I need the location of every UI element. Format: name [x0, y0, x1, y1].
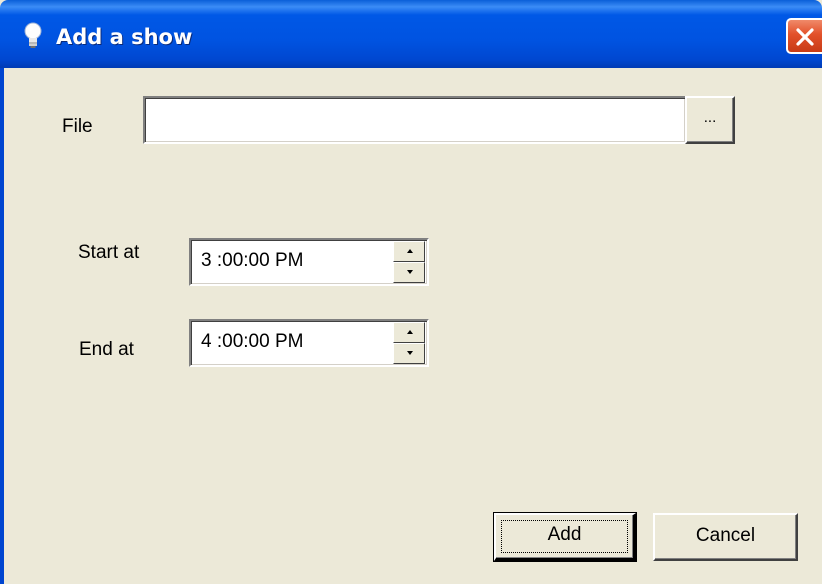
cancel-button[interactable]: Cancel — [653, 513, 798, 561]
focus-rectangle — [501, 520, 628, 553]
add-button[interactable]: Add — [493, 512, 637, 562]
file-path-input[interactable] — [143, 96, 687, 144]
end-time-up-button[interactable] — [393, 322, 425, 343]
add-show-dialog: Add a show File ... Start at 3 :00:00 PM… — [0, 0, 822, 584]
file-label: File — [62, 116, 93, 137]
end-time-spinner — [393, 322, 425, 364]
start-time-up-button[interactable] — [393, 241, 425, 262]
close-button[interactable] — [786, 18, 822, 54]
window-frame-left — [0, 68, 4, 584]
end-time-down-button[interactable] — [393, 343, 425, 364]
start-time-spinner — [393, 241, 425, 283]
close-icon — [796, 28, 814, 46]
start-time-value[interactable]: 3 :00:00 PM — [201, 250, 303, 272]
arrow-down-icon — [407, 270, 413, 274]
window-title: Add a show — [56, 25, 193, 49]
end-time-value[interactable]: 4 :00:00 PM — [201, 331, 303, 353]
arrow-up-icon — [407, 330, 413, 334]
end-at-label: End at — [79, 339, 134, 360]
arrow-down-icon — [407, 351, 413, 355]
start-time-picker[interactable]: 3 :00:00 PM — [189, 238, 429, 286]
lightbulb-icon — [22, 22, 44, 50]
start-at-label: Start at — [78, 242, 140, 263]
start-time-down-button[interactable] — [393, 262, 425, 283]
arrow-up-icon — [407, 249, 413, 253]
browse-button[interactable]: ... — [685, 96, 735, 144]
title-bar[interactable]: Add a show — [0, 0, 822, 68]
end-time-picker[interactable]: 4 :00:00 PM — [189, 319, 429, 367]
